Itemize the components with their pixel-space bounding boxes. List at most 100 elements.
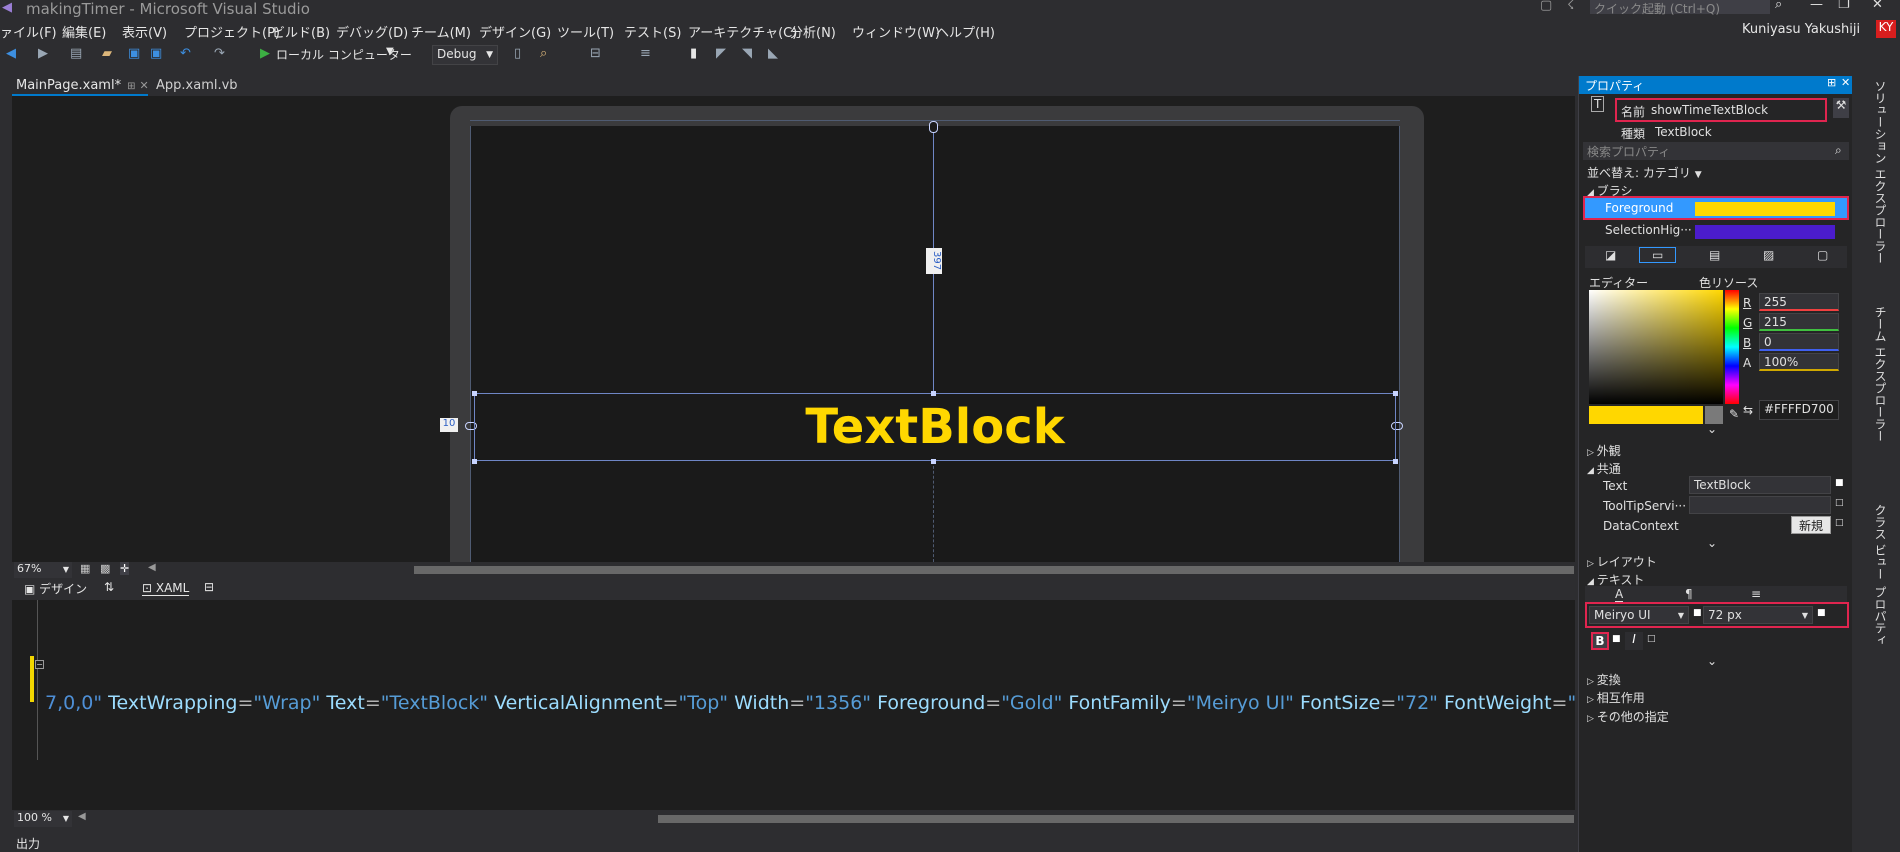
- design-view-tab[interactable]: ▣ デザイン: [24, 580, 87, 597]
- xaml-designer[interactable]: 397 10 TextBlock: [12, 96, 1575, 562]
- restore-icon[interactable]: ❐: [1838, 0, 1850, 12]
- text-property-input[interactable]: TextBlock: [1689, 476, 1831, 494]
- xaml-view-tab[interactable]: ⊡ XAML: [142, 581, 190, 596]
- search-icon[interactable]: ⌕: [1835, 143, 1842, 158]
- properties-tab[interactable]: プロパティ: [1872, 586, 1889, 646]
- collapse-icon[interactable]: −: [35, 660, 44, 669]
- menu-file[interactable]: ァイル(F): [0, 22, 57, 41]
- team-explorer-tab[interactable]: チーム エクスプローラー: [1872, 306, 1889, 442]
- transform-section[interactable]: ▷ 変換: [1587, 671, 1621, 688]
- b-input[interactable]: 0: [1759, 333, 1839, 351]
- align-icon[interactable]: ⊟: [590, 46, 601, 61]
- hue-slider[interactable]: [1725, 290, 1739, 404]
- menu-analyze[interactable]: 分析(N): [790, 22, 836, 41]
- pin-icon[interactable]: ⊞: [1827, 76, 1836, 89]
- configuration-dropdown[interactable]: Debug ▼: [432, 45, 498, 65]
- swap-icon[interactable]: ⇆: [1743, 403, 1753, 417]
- new-project-icon[interactable]: ▤: [70, 46, 82, 61]
- resource-brush-icon[interactable]: ▢: [1817, 248, 1828, 262]
- save-icon[interactable]: ▣: [128, 46, 140, 61]
- eyedropper-icon[interactable]: ✎: [1729, 407, 1739, 421]
- menu-project[interactable]: プロジェクト(P): [184, 22, 280, 41]
- pin-icon[interactable]: ⊞: [127, 81, 135, 92]
- layout-section[interactable]: ▷ レイアウト: [1587, 553, 1657, 570]
- color-picker-area[interactable]: [1589, 290, 1723, 404]
- menu-view[interactable]: 表示(V): [122, 22, 167, 41]
- minimize-icon[interactable]: —: [1810, 0, 1823, 12]
- design-page[interactable]: [470, 126, 1400, 562]
- appearance-section[interactable]: ▷ 外観: [1587, 442, 1621, 459]
- property-marker-icon[interactable]: □: [1647, 634, 1656, 644]
- resize-handle[interactable]: [472, 459, 477, 464]
- gradient-brush-icon[interactable]: ▤: [1709, 248, 1720, 262]
- tab-app-xaml-vb[interactable]: App.xaml.vb: [152, 76, 242, 96]
- expand-more-icon[interactable]: ⌄: [1707, 536, 1717, 550]
- menu-debug[interactable]: デバッグ(D): [336, 22, 408, 41]
- wrench-icon[interactable]: ⚒: [1833, 98, 1849, 118]
- swap-panes-icon[interactable]: ⇅: [104, 580, 114, 594]
- misc-section[interactable]: ▷ その他の指定: [1587, 708, 1669, 725]
- menu-team[interactable]: チーム(M): [411, 22, 471, 41]
- notification-icon[interactable]: ▢: [1540, 0, 1552, 13]
- r-input[interactable]: 255: [1759, 293, 1839, 311]
- prev-bookmark-icon[interactable]: ◤: [716, 46, 726, 61]
- menu-window[interactable]: ウィンドウ(W): [852, 22, 940, 41]
- xaml-horizontal-scrollbar[interactable]: [658, 815, 1574, 823]
- menu-design[interactable]: デザイン(G): [479, 22, 551, 41]
- bold-toggle[interactable]: B: [1591, 632, 1609, 650]
- next-bookmark-icon[interactable]: ◥: [742, 46, 752, 61]
- popout-icon[interactable]: ⊟: [204, 580, 214, 594]
- resize-handle[interactable]: [931, 459, 936, 464]
- solution-explorer-tab[interactable]: ソリューション エクスプローラー: [1872, 80, 1889, 264]
- forward-icon[interactable]: ▶: [38, 46, 48, 61]
- class-view-tab[interactable]: クラス ビュー: [1872, 504, 1889, 580]
- start-icon[interactable]: ▶: [260, 46, 270, 61]
- property-marker-icon[interactable]: □: [1835, 518, 1844, 528]
- menu-test[interactable]: テスト(S): [624, 22, 681, 41]
- color-resources-label[interactable]: 色リソース: [1699, 274, 1758, 291]
- paragraph-tab-icon[interactable]: ¶: [1685, 587, 1693, 601]
- resize-handle[interactable]: [1393, 391, 1398, 396]
- horizontal-scrollbar[interactable]: [414, 566, 1574, 574]
- xaml-zoom-dropdown[interactable]: 100 % ▼: [14, 811, 72, 827]
- feedback-icon[interactable]: ☇: [1567, 0, 1574, 13]
- xaml-code-line[interactable]: 7,0,0" TextWrapping="Wrap" Text="TextBlo…: [45, 692, 1575, 714]
- property-search-input[interactable]: 検索プロパティ: [1583, 142, 1849, 160]
- left-tool-strip[interactable]: [0, 92, 12, 852]
- find-icon[interactable]: ⌕: [540, 46, 547, 61]
- redo-icon[interactable]: ↷: [214, 46, 225, 61]
- hex-input[interactable]: #FFFFD700: [1759, 400, 1839, 420]
- solid-brush-icon[interactable]: ▭: [1639, 247, 1677, 263]
- clear-bookmarks-icon[interactable]: ◣: [768, 46, 778, 61]
- textblock-element[interactable]: TextBlock: [474, 393, 1396, 461]
- user-avatar[interactable]: KY: [1876, 20, 1896, 38]
- close-icon[interactable]: ✕: [1841, 76, 1850, 89]
- null-brush-icon[interactable]: ◪: [1605, 248, 1616, 262]
- menu-edit[interactable]: 編集(E): [62, 22, 106, 41]
- property-marker-icon[interactable]: ■: [1612, 634, 1621, 644]
- expand-more-icon[interactable]: ⌄: [1707, 654, 1717, 668]
- image-brush-icon[interactable]: ▨: [1763, 248, 1774, 262]
- menu-tools[interactable]: ツール(T): [557, 22, 614, 41]
- g-input[interactable]: 215: [1759, 313, 1839, 331]
- designer-zoom-dropdown[interactable]: 67% ▼: [14, 562, 72, 578]
- line-spacing-tab-icon[interactable]: ≡: [1751, 587, 1761, 601]
- snap-lines-icon[interactable]: ✛: [120, 562, 130, 575]
- property-marker-icon[interactable]: ■: [1835, 478, 1844, 488]
- save-all-icon[interactable]: ▣: [150, 46, 162, 61]
- menu-build[interactable]: ビルド(B): [272, 22, 330, 41]
- back-icon[interactable]: ◀: [6, 46, 16, 61]
- output-panel-tab[interactable]: 出力: [12, 834, 1575, 852]
- open-file-icon[interactable]: ▰: [102, 46, 112, 61]
- top-anchor-icon[interactable]: [929, 121, 938, 133]
- scroll-left-icon[interactable]: ◀: [78, 811, 86, 822]
- interaction-section[interactable]: ▷ 相互作用: [1587, 689, 1645, 706]
- tooltip-property-input[interactable]: [1689, 496, 1831, 514]
- indent-icon[interactable]: ≡: [640, 46, 651, 61]
- common-section[interactable]: ◢ 共通: [1587, 460, 1621, 477]
- attach-icon[interactable]: ▯: [514, 46, 521, 61]
- chevron-down-icon[interactable]: ▼: [386, 46, 394, 57]
- quick-launch-input[interactable]: クイック起動 (Ctrl+Q): [1590, 0, 1770, 16]
- menu-architecture[interactable]: アーキテクチャ(C): [688, 22, 797, 41]
- close-icon[interactable]: ✕: [139, 79, 148, 92]
